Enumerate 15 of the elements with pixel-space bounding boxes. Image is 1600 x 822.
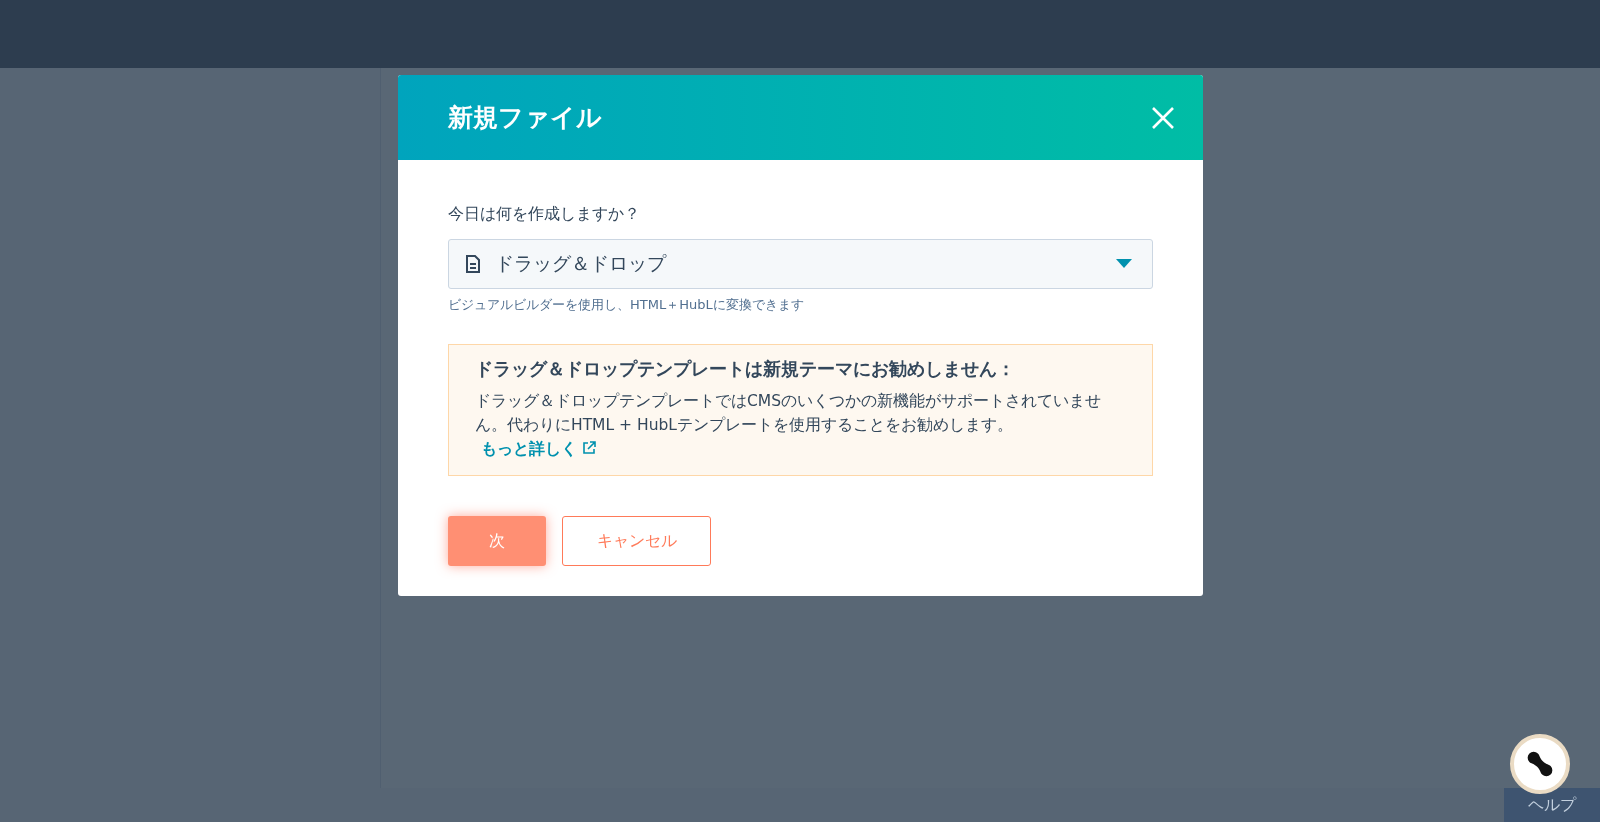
external-link-icon [581, 440, 597, 456]
warning-message: ドラッグ＆ドロップテンプレートではCMSのいくつかの新機能がサポートされていません。代わりにHTML + HubLテンプレートを使用することをお勧めします。 もっと詳しく [475, 391, 1103, 460]
template-type-dropdown[interactable]: ドラッグ＆ドロップ [448, 239, 1153, 289]
help-tab[interactable]: ヘルプ [1504, 788, 1600, 822]
warning-title: ドラッグ＆ドロップテンプレートは新規テーマにお勧めしません： [475, 357, 1016, 381]
cancel-button[interactable]: キャンセル [562, 516, 711, 566]
dialog-title: 新規ファイル [448, 102, 602, 134]
help-text: ビジュアルビルダーを使用し、HTML＋HubLに変換できます [448, 296, 805, 314]
learn-more-link[interactable]: もっと詳しく [481, 440, 597, 458]
next-button[interactable]: 次 [448, 516, 546, 566]
close-icon [1151, 105, 1175, 130]
peanut-icon [1525, 749, 1555, 779]
caret-icon [1116, 259, 1132, 269]
document-icon [465, 255, 481, 273]
field-label: 今日は何を作成しますか？ [448, 204, 641, 225]
